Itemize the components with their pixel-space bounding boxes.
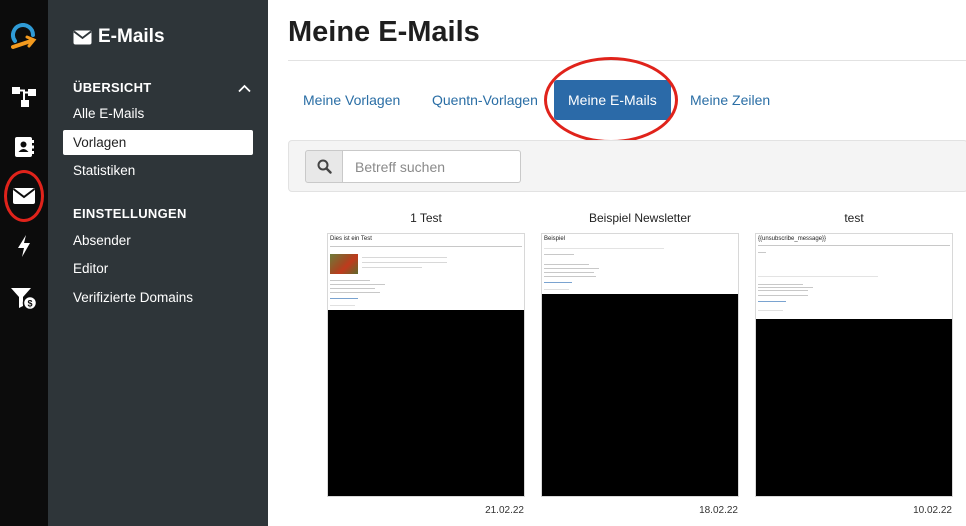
email-preview-heading: Beispiel bbox=[544, 236, 566, 242]
preview-image bbox=[330, 254, 358, 274]
preview-line bbox=[544, 254, 574, 255]
envelope-icon bbox=[73, 30, 92, 44]
preview-line bbox=[330, 280, 370, 281]
search-icon bbox=[317, 159, 332, 174]
email-preview-content: {{unsubscribe_message}} bbox=[756, 234, 952, 294]
preview-line bbox=[330, 288, 375, 289]
email-card[interactable]: Beispiel Newsletter Beispiel 18.02.22 bbox=[540, 211, 740, 516]
email-card-name: test bbox=[844, 211, 864, 225]
preview-line bbox=[330, 305, 355, 306]
email-preview-heading: Dies ist ein Test bbox=[330, 236, 372, 242]
funnel-dollar-icon[interactable]: $ bbox=[0, 278, 48, 318]
email-preview-thumbnail[interactable]: {{unsubscribe_message}} bbox=[755, 233, 953, 497]
sidebar-item-statistics[interactable]: Statistiken bbox=[63, 158, 253, 183]
preview-line bbox=[758, 301, 786, 302]
preview-line bbox=[758, 290, 808, 291]
page-title: Meine E-Mails bbox=[288, 16, 480, 48]
email-preview-content bbox=[756, 294, 952, 319]
main-content: Meine E-Mails Meine Vorlagen Quentn-Vorl… bbox=[268, 0, 966, 526]
sidebar-item-editor[interactable]: Editor bbox=[63, 256, 253, 281]
preview-line bbox=[544, 264, 589, 265]
preview-line bbox=[362, 267, 422, 268]
sitemap-icon[interactable] bbox=[0, 77, 48, 117]
preview-line bbox=[544, 289, 569, 290]
preview-line bbox=[544, 272, 594, 273]
svg-text:$: $ bbox=[27, 299, 32, 309]
search-input[interactable] bbox=[343, 150, 521, 183]
preview-line bbox=[544, 248, 664, 249]
email-card-date: 10.02.22 bbox=[913, 505, 952, 516]
email-preview-content: Dies ist ein Test bbox=[328, 234, 524, 310]
preview-line bbox=[758, 287, 813, 288]
email-card-name: 1 Test bbox=[410, 211, 442, 225]
email-card[interactable]: 1 Test Dies ist ein Test 21.02.22 bbox=[326, 211, 526, 516]
chevron-up-icon[interactable] bbox=[238, 80, 251, 98]
search-bar bbox=[288, 140, 966, 192]
section-heading-overview: ÜBERSICHT bbox=[73, 80, 152, 95]
sidebar-title: E-Mails bbox=[73, 26, 165, 48]
section-heading-settings: EINSTELLUNGEN bbox=[73, 206, 187, 221]
sidebar-title-text: E-Mails bbox=[98, 26, 165, 47]
email-preview-thumbnail[interactable]: Beispiel bbox=[541, 233, 739, 497]
tab-my-rows[interactable]: Meine Zeilen bbox=[676, 80, 784, 120]
email-card-name: Beispiel Newsletter bbox=[588, 211, 692, 225]
sidebar-item-all-emails[interactable]: Alle E-Mails bbox=[63, 101, 253, 126]
preview-line bbox=[544, 276, 596, 277]
preview-line bbox=[758, 276, 878, 277]
sidebar: E-Mails ÜBERSICHT Alle E-Mails Vorlagen … bbox=[48, 0, 268, 526]
preview-line bbox=[362, 262, 447, 263]
email-preview-content: Beispiel bbox=[542, 234, 738, 294]
envelope-icon[interactable] bbox=[0, 176, 48, 216]
brand-logo-icon[interactable] bbox=[0, 18, 48, 58]
sidebar-item-sender[interactable]: Absender bbox=[63, 228, 253, 253]
tab-my-emails[interactable]: Meine E-Mails bbox=[554, 80, 671, 120]
email-card-date: 21.02.22 bbox=[485, 505, 524, 516]
preview-line bbox=[330, 284, 385, 285]
icon-rail: $ bbox=[0, 0, 48, 526]
preview-line bbox=[758, 310, 783, 311]
preview-line bbox=[758, 245, 950, 246]
email-preview-thumbnail[interactable]: Dies ist ein Test bbox=[327, 233, 525, 497]
email-preview-heading: {{unsubscribe_message}} bbox=[758, 236, 827, 242]
preview-line bbox=[758, 295, 808, 296]
preview-line bbox=[330, 298, 358, 299]
email-card[interactable]: test {{unsubscribe_message}} 10.02.22 bbox=[754, 211, 954, 516]
tab-my-templates[interactable]: Meine Vorlagen bbox=[289, 80, 414, 120]
preview-line bbox=[544, 268, 599, 269]
search-button[interactable] bbox=[305, 150, 343, 183]
sidebar-item-templates[interactable]: Vorlagen bbox=[63, 130, 253, 155]
preview-line bbox=[758, 252, 766, 253]
preview-line bbox=[544, 282, 572, 283]
preview-line bbox=[330, 246, 522, 247]
divider bbox=[288, 60, 966, 61]
email-card-date: 18.02.22 bbox=[699, 505, 738, 516]
address-book-icon[interactable] bbox=[0, 127, 48, 167]
preview-line bbox=[330, 292, 380, 293]
preview-line bbox=[362, 257, 447, 258]
bolt-icon[interactable] bbox=[0, 226, 48, 266]
preview-line bbox=[758, 284, 803, 285]
sidebar-item-verified-domains[interactable]: Verifizierte Domains bbox=[63, 285, 253, 310]
tab-quentn-templates[interactable]: Quentn-Vorlagen bbox=[418, 80, 552, 120]
